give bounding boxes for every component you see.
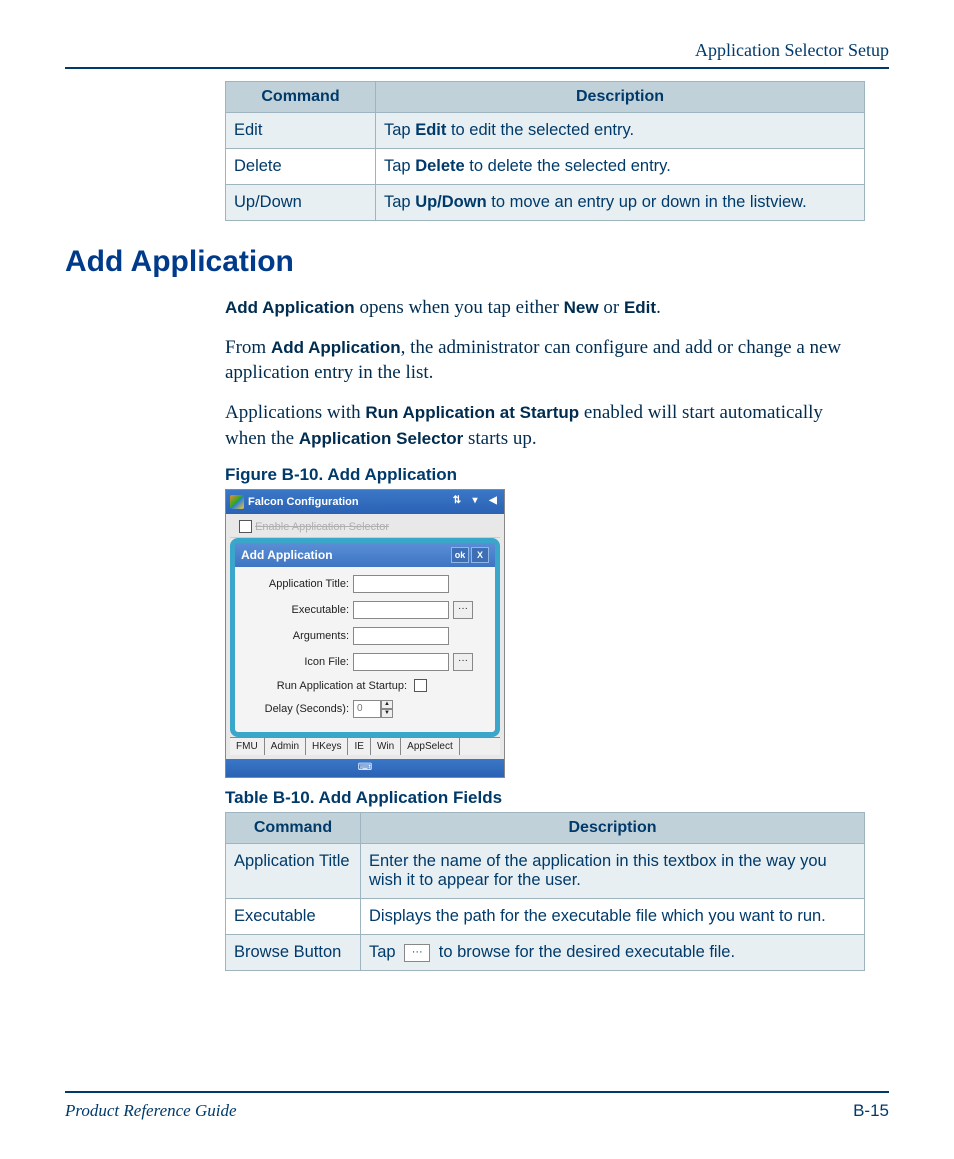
ok-button[interactable]: ok bbox=[451, 547, 469, 563]
sip-bar[interactable]: ⌨ bbox=[226, 759, 504, 777]
spin-down-icon[interactable]: ▼ bbox=[381, 709, 393, 718]
antenna-icon[interactable]: ▾ bbox=[468, 495, 482, 509]
table-caption: Table B-10. Add Application Fields bbox=[225, 788, 865, 808]
table-row: Edit Tap Edit to edit the selected entry… bbox=[226, 113, 865, 149]
table-row: Application Title Enter the name of the … bbox=[226, 844, 865, 899]
browse-icon-button[interactable]: ··· bbox=[453, 653, 473, 671]
table-row: Up/Down Tap Up/Down to move an entry up … bbox=[226, 185, 865, 221]
desc-app-title: Enter the name of the application in thi… bbox=[361, 844, 865, 899]
cmd-delete: Delete bbox=[226, 149, 376, 185]
speaker-icon[interactable]: ◀ bbox=[486, 495, 500, 509]
label-app-title: Application Title: bbox=[241, 578, 353, 590]
label-executable: Executable: bbox=[241, 604, 353, 616]
spin-up-icon[interactable]: ▲ bbox=[381, 700, 393, 709]
cmd-updown: Up/Down bbox=[226, 185, 376, 221]
screenshot-add-application: Falcon Configuration ⇅ ▾ ◀ Enable Applic… bbox=[225, 489, 505, 778]
commands-table: Command Description Edit Tap Edit to edi… bbox=[225, 81, 865, 221]
label-icon-file: Icon File: bbox=[241, 656, 353, 668]
enable-selector-checkbox[interactable] bbox=[239, 520, 252, 533]
signal-icon[interactable]: ⇅ bbox=[450, 495, 464, 509]
col-description: Description bbox=[376, 82, 865, 113]
desc-delete: Tap Delete to delete the selected entry. bbox=[376, 149, 865, 185]
para-3: Applications with Run Application at Sta… bbox=[225, 400, 865, 451]
col-description: Description bbox=[361, 813, 865, 844]
input-app-title[interactable] bbox=[353, 575, 449, 593]
background-checkbox-row: Enable Application Selector bbox=[230, 518, 500, 538]
field-app-title: Application Title bbox=[226, 844, 361, 899]
cmd-edit: Edit bbox=[226, 113, 376, 149]
desc-executable: Displays the path for the executable fil… bbox=[361, 899, 865, 935]
input-arguments[interactable] bbox=[353, 627, 449, 645]
para-2: From Add Application, the administrator … bbox=[225, 335, 865, 386]
col-command: Command bbox=[226, 813, 361, 844]
delay-value[interactable]: 0 bbox=[353, 700, 381, 718]
fields-table: Command Description Application Title En… bbox=[225, 812, 865, 971]
page-header: Application Selector Setup bbox=[65, 40, 889, 67]
footer-title: Product Reference Guide bbox=[65, 1101, 237, 1121]
col-command: Command bbox=[226, 82, 376, 113]
tab-ie[interactable]: IE bbox=[348, 738, 370, 755]
desc-updown: Tap Up/Down to move an entry up or down … bbox=[376, 185, 865, 221]
config-tabs: FMU Admin HKeys IE Win AppSelect bbox=[230, 737, 500, 755]
input-icon-file[interactable] bbox=[353, 653, 449, 671]
add-application-panel: Add Application ok X Application Title: … bbox=[230, 538, 500, 737]
window-title: Falcon Configuration bbox=[248, 496, 359, 508]
field-executable: Executable bbox=[226, 899, 361, 935]
tab-admin[interactable]: Admin bbox=[265, 738, 306, 755]
browse-icon: ··· bbox=[404, 944, 430, 962]
desc-browse: Tap ··· to browse for the desired execut… bbox=[361, 935, 865, 971]
label-run-startup: Run Application at Startup: bbox=[241, 680, 411, 692]
page-footer: Product Reference Guide B-15 bbox=[65, 1091, 889, 1121]
input-executable[interactable] bbox=[353, 601, 449, 619]
tab-appselect[interactable]: AppSelect bbox=[401, 738, 460, 755]
close-button[interactable]: X bbox=[471, 547, 489, 563]
tab-hkeys[interactable]: HKeys bbox=[306, 738, 348, 755]
table-row: Delete Tap Delete to delete the selected… bbox=[226, 149, 865, 185]
page-number: B-15 bbox=[853, 1101, 889, 1121]
header-rule bbox=[65, 67, 889, 69]
label-delay: Delay (Seconds): bbox=[241, 703, 353, 715]
run-startup-checkbox[interactable] bbox=[414, 679, 427, 692]
panel-title: Add Application bbox=[241, 548, 333, 562]
label-arguments: Arguments: bbox=[241, 630, 353, 642]
tab-win[interactable]: Win bbox=[371, 738, 401, 755]
table-row: Executable Displays the path for the exe… bbox=[226, 899, 865, 935]
heading-add-application: Add Application bbox=[65, 245, 889, 279]
window-titlebar[interactable]: Falcon Configuration ⇅ ▾ ◀ bbox=[226, 490, 504, 514]
table-row: Browse Button Tap ··· to browse for the … bbox=[226, 935, 865, 971]
field-browse: Browse Button bbox=[226, 935, 361, 971]
desc-edit: Tap Edit to edit the selected entry. bbox=[376, 113, 865, 149]
para-1: Add Application opens when you tap eithe… bbox=[225, 295, 865, 321]
figure-caption: Figure B-10. Add Application bbox=[225, 465, 865, 485]
browse-executable-button[interactable]: ··· bbox=[453, 601, 473, 619]
tab-fmu[interactable]: FMU bbox=[230, 738, 265, 755]
start-flag-icon[interactable] bbox=[230, 495, 244, 509]
